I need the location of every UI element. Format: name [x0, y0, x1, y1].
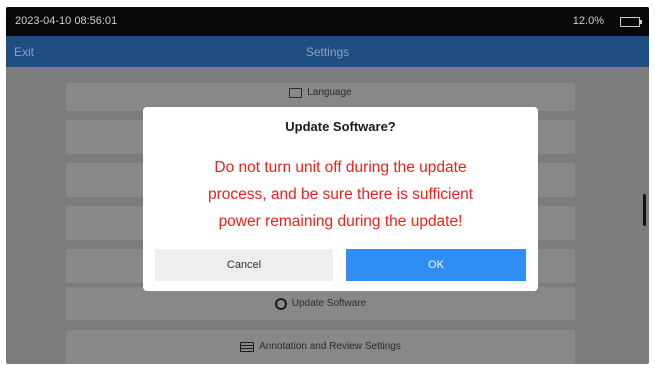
page-title: Settings [305, 45, 350, 59]
status-datetime: 2023-04-10 08:56:01 [15, 15, 118, 27]
battery-percent: 12.0% [572, 15, 604, 27]
language-icon [289, 87, 303, 98]
dialog-message-line: power remaining during the update! [218, 213, 463, 230]
ok-button[interactable]: OK [346, 249, 526, 281]
cancel-button[interactable]: Cancel [155, 249, 333, 281]
dialog-message-line: Do not turn unit off during the update [214, 159, 467, 176]
battery-icon [620, 17, 642, 27]
dialog-title: Update Software? [285, 119, 396, 134]
status-bar: 2023-04-10 08:56:01 12.0% [6, 7, 649, 36]
annotation-icon [240, 342, 255, 352]
update-icon [274, 297, 287, 310]
menu-item-label: Language [307, 87, 352, 98]
update-software-dialog: Update Software? Do not turn unit off du… [143, 107, 538, 291]
menu-item-update-software[interactable]: Update Software [66, 287, 575, 320]
scrollbar-thumb[interactable] [643, 194, 646, 226]
menu-item-label: Update Software [291, 298, 367, 309]
menu-item-annotation-review[interactable]: Annotation and Review Settings [66, 330, 575, 364]
dialog-message: Do not turn unit off during the update p… [157, 154, 524, 235]
device-screen: 2023-04-10 08:56:01 12.0% Exit Settings … [6, 7, 649, 364]
menu-item-label: Annotation and Review Settings [259, 341, 401, 352]
dialog-message-line: process, and be sure there is sufficient [207, 186, 474, 203]
title-bar: Exit Settings [6, 36, 649, 67]
